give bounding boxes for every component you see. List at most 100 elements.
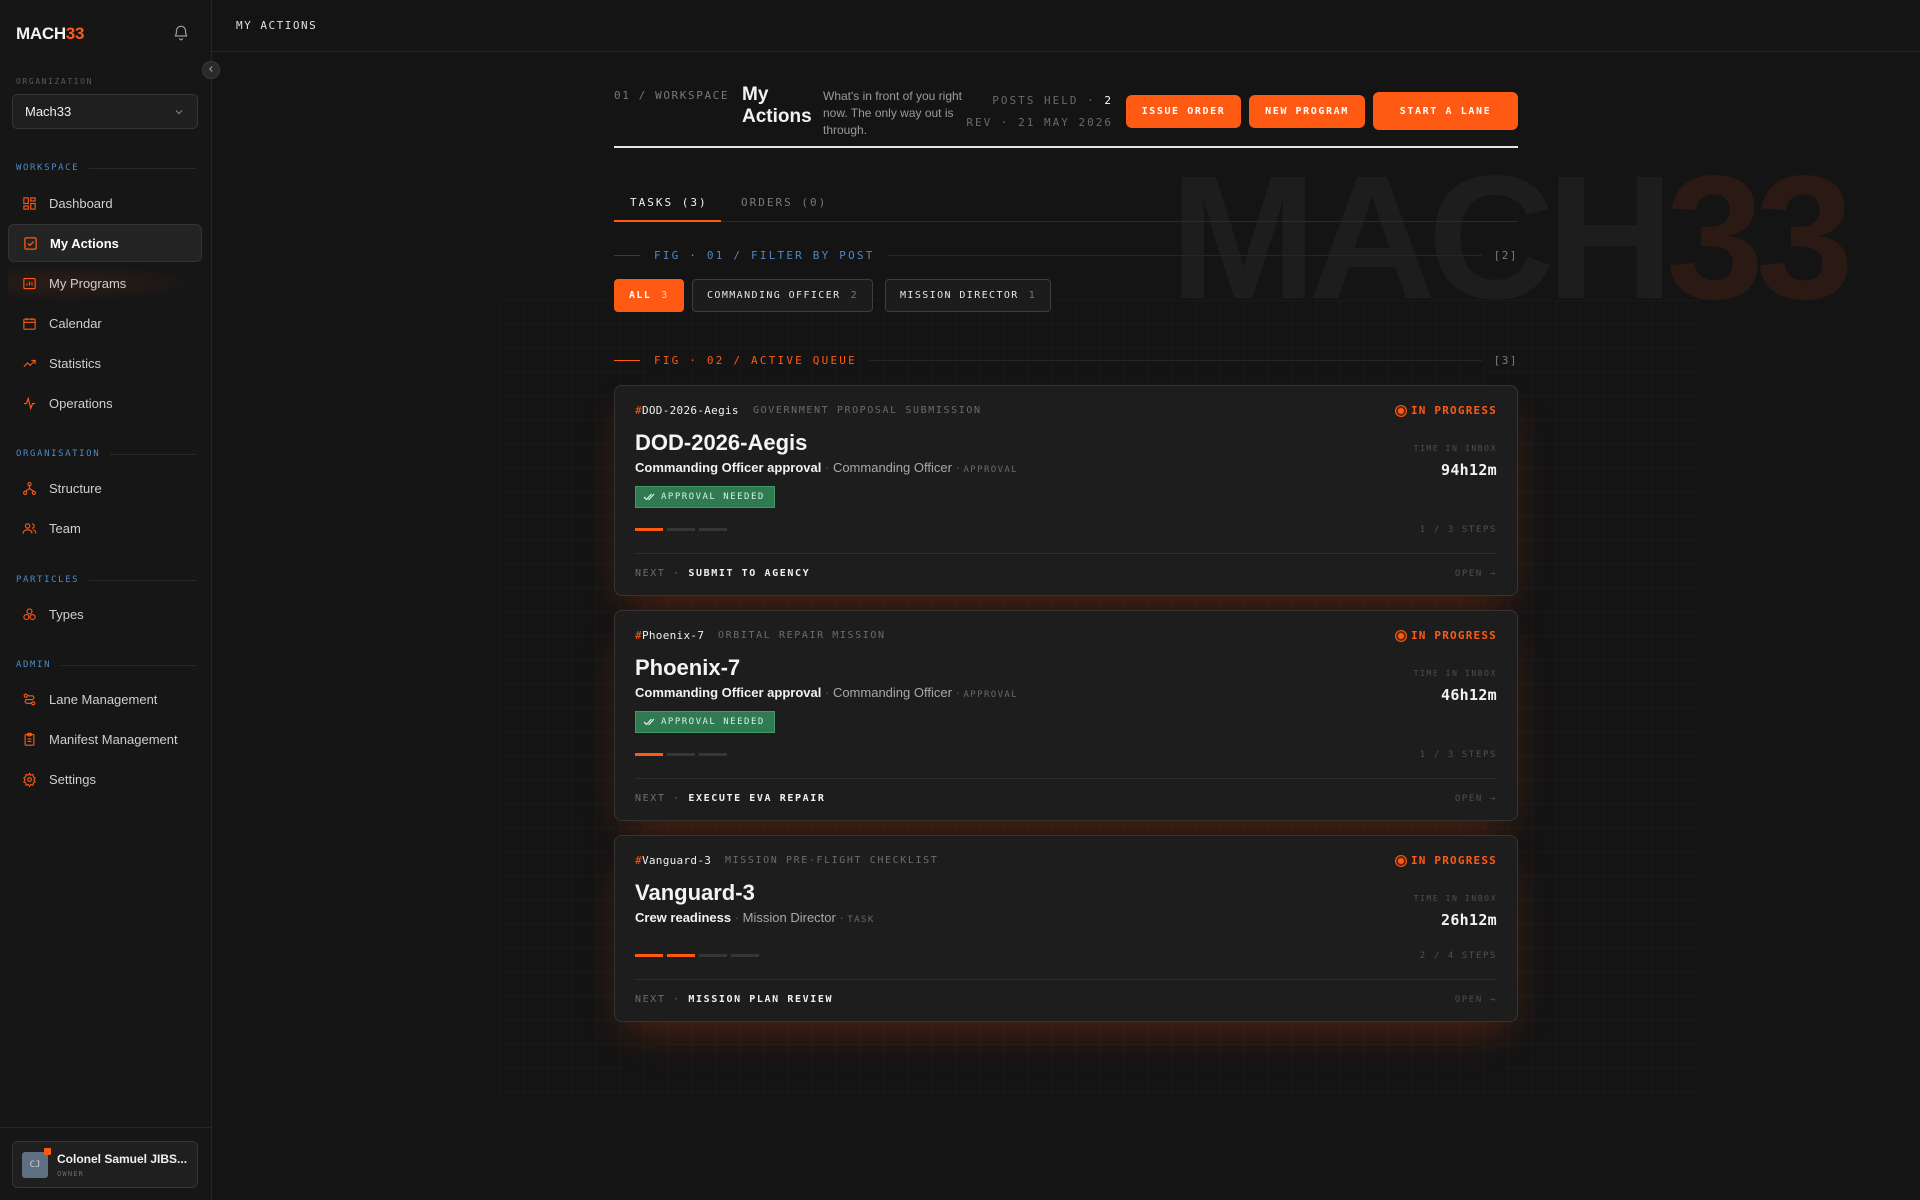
time-in-inbox-value: 26h12m [1441,911,1497,929]
org-select-value: Mach33 [25,104,72,119]
sidebar-item-label: My Programs [49,275,127,291]
task-card[interactable]: #Phoenix-7 ORBITAL REPAIR MISSION IN PRO… [614,610,1518,821]
sidebar-item-label: Structure [49,480,102,496]
status-dot-icon [1395,630,1406,641]
filter-chip-mission-director[interactable]: MISSION DIRECTOR 1 [885,279,1052,312]
brand-watermark: MACH33 [1170,140,1854,336]
tab-orders[interactable]: ORDERS (0) [741,196,827,209]
progress-segment [635,528,663,531]
new-program-button[interactable]: NEW PROGRAM [1249,95,1365,128]
next-step: NEXT · MISSION PLAN REVIEW [635,994,834,1005]
org-label: ORGANIZATION [16,77,93,86]
progress-segment [667,954,695,957]
open-link[interactable]: OPEN → [1455,569,1497,579]
sidebar-item-label: Statistics [49,355,102,371]
task-card[interactable]: #Vanguard-3 MISSION PRE-FLIGHT CHECKLIST… [614,835,1518,1022]
open-link[interactable]: OPEN → [1455,794,1497,804]
sidebar-item-dashboard[interactable]: Dashboard [8,184,202,222]
queue-count: [3] [1493,353,1518,367]
chevron-left-icon [206,61,216,79]
sidebar-item-types[interactable]: Types [8,595,202,633]
double-check-icon [643,717,655,727]
page-breadcrumb: MY ACTIONS [236,19,318,32]
sidebar-item-label: Calendar [49,315,102,331]
org-select[interactable]: Mach33 [12,94,198,129]
next-step: NEXT · EXECUTE EVA REPAIR [635,793,826,804]
topbar: MY ACTIONS [212,0,1920,52]
step-progress [635,954,759,957]
section-admin: ADMIN [16,660,196,670]
sidebar-item-structure[interactable]: Structure [8,469,202,507]
task-step: Commanding Officer approval · Commanding… [635,685,1019,700]
task-kind: ORBITAL REPAIR MISSION [718,630,886,641]
time-in-inbox-value: 46h12m [1441,686,1497,704]
time-in-inbox-label: TIME IN INBOX [1413,894,1497,903]
task-title: Vanguard-3 [635,880,755,905]
status-badge: IN PROGRESS [1395,854,1497,867]
progress-segment [699,753,727,756]
sidebar-item-manifest-management[interactable]: Manifest Management [8,720,202,758]
calendar-icon [21,315,37,331]
sidebar-item-label: Operations [49,395,113,411]
step-progress [635,528,727,531]
user-menu[interactable]: CJ Colonel Samuel JIBS... OWNER [12,1141,198,1188]
sidebar-item-team[interactable]: Team [8,509,202,547]
progress-segment [635,954,663,957]
sidebar-item-label: My Actions [50,235,119,251]
sidebar-item-settings[interactable]: Settings [8,760,202,798]
issue-order-button[interactable]: ISSUE ORDER [1126,95,1241,128]
header-divider [614,146,1518,148]
double-check-icon [643,492,655,502]
section-particles: PARTICLES [16,575,196,585]
sidebar-item-calendar[interactable]: Calendar [8,304,202,342]
open-link[interactable]: OPEN → [1455,995,1497,1005]
task-kind: GOVERNMENT PROPOSAL SUBMISSION [753,405,982,416]
chevron-down-icon [173,106,185,121]
queue-heading: FIG · 02 / ACTIVE QUEUE [3] [614,353,1518,367]
status-badge: IN PROGRESS [1395,404,1497,417]
sidebar-item-label: Lane Management [49,691,158,707]
sidebar-item-label: Team [49,520,81,536]
sidebar-item-label: Settings [49,771,96,787]
filter-chip-all[interactable]: ALL 3 [614,279,684,312]
avatar: CJ [22,1152,48,1178]
tab-tasks[interactable]: TASKS (3) [630,196,708,209]
task-id: #DOD-2026-Aegis [635,404,739,417]
bell-icon[interactable] [172,24,190,42]
time-in-inbox-label: TIME IN INBOX [1413,669,1497,678]
sidebar-item-statistics[interactable]: Statistics [8,344,202,382]
time-in-inbox-label: TIME IN INBOX [1413,444,1497,453]
structure-icon [21,480,37,496]
next-step: NEXT · SUBMIT TO AGENCY [635,568,811,579]
sidebar-item-lane-management[interactable]: Lane Management [8,680,202,718]
status-dot-icon [1395,855,1406,866]
task-id: #Vanguard-3 [635,854,712,867]
steps-count: 1 / 3 STEPS [1419,525,1497,535]
section-organisation: ORGANISATION [16,449,196,459]
card-divider [635,553,1497,554]
sidebar-item-label: Manifest Management [49,731,178,747]
start-lane-button[interactable]: START A LANE [1373,92,1518,130]
sidebar-item-operations[interactable]: Operations [8,384,202,422]
approval-badge: APPROVAL NEEDED [635,711,775,733]
section-workspace: WORKSPACE [16,163,196,173]
sidebar-item-my-actions[interactable]: My Actions [8,224,202,262]
page-title: My Actions [742,84,812,127]
lanes-icon [21,691,37,707]
sidebar-item-my-programs[interactable]: My Programs [8,264,202,302]
collapse-sidebar-button[interactable] [202,61,220,79]
task-id: #Phoenix-7 [635,629,705,642]
filter-chip-commanding-officer[interactable]: COMMANDING OFFICER 2 [692,279,873,312]
posts-held: POSTS HELD · 2 [992,94,1113,107]
activity-icon [21,395,37,411]
divider [0,1127,212,1128]
steps-count: 1 / 3 STEPS [1419,750,1497,760]
types-icon [21,606,37,622]
steps-count: 2 / 4 STEPS [1419,951,1497,961]
task-title: DOD-2026-Aegis [635,430,808,455]
progress-segment [699,528,727,531]
task-card[interactable]: #DOD-2026-Aegis GOVERNMENT PROPOSAL SUBM… [614,385,1518,596]
app-logo[interactable]: MACH33 [16,24,84,44]
sidebar-item-label: Types [49,606,84,622]
sidebar: MACH33 ORGANIZATION Mach33 WORKSPACE Das… [0,0,212,1200]
